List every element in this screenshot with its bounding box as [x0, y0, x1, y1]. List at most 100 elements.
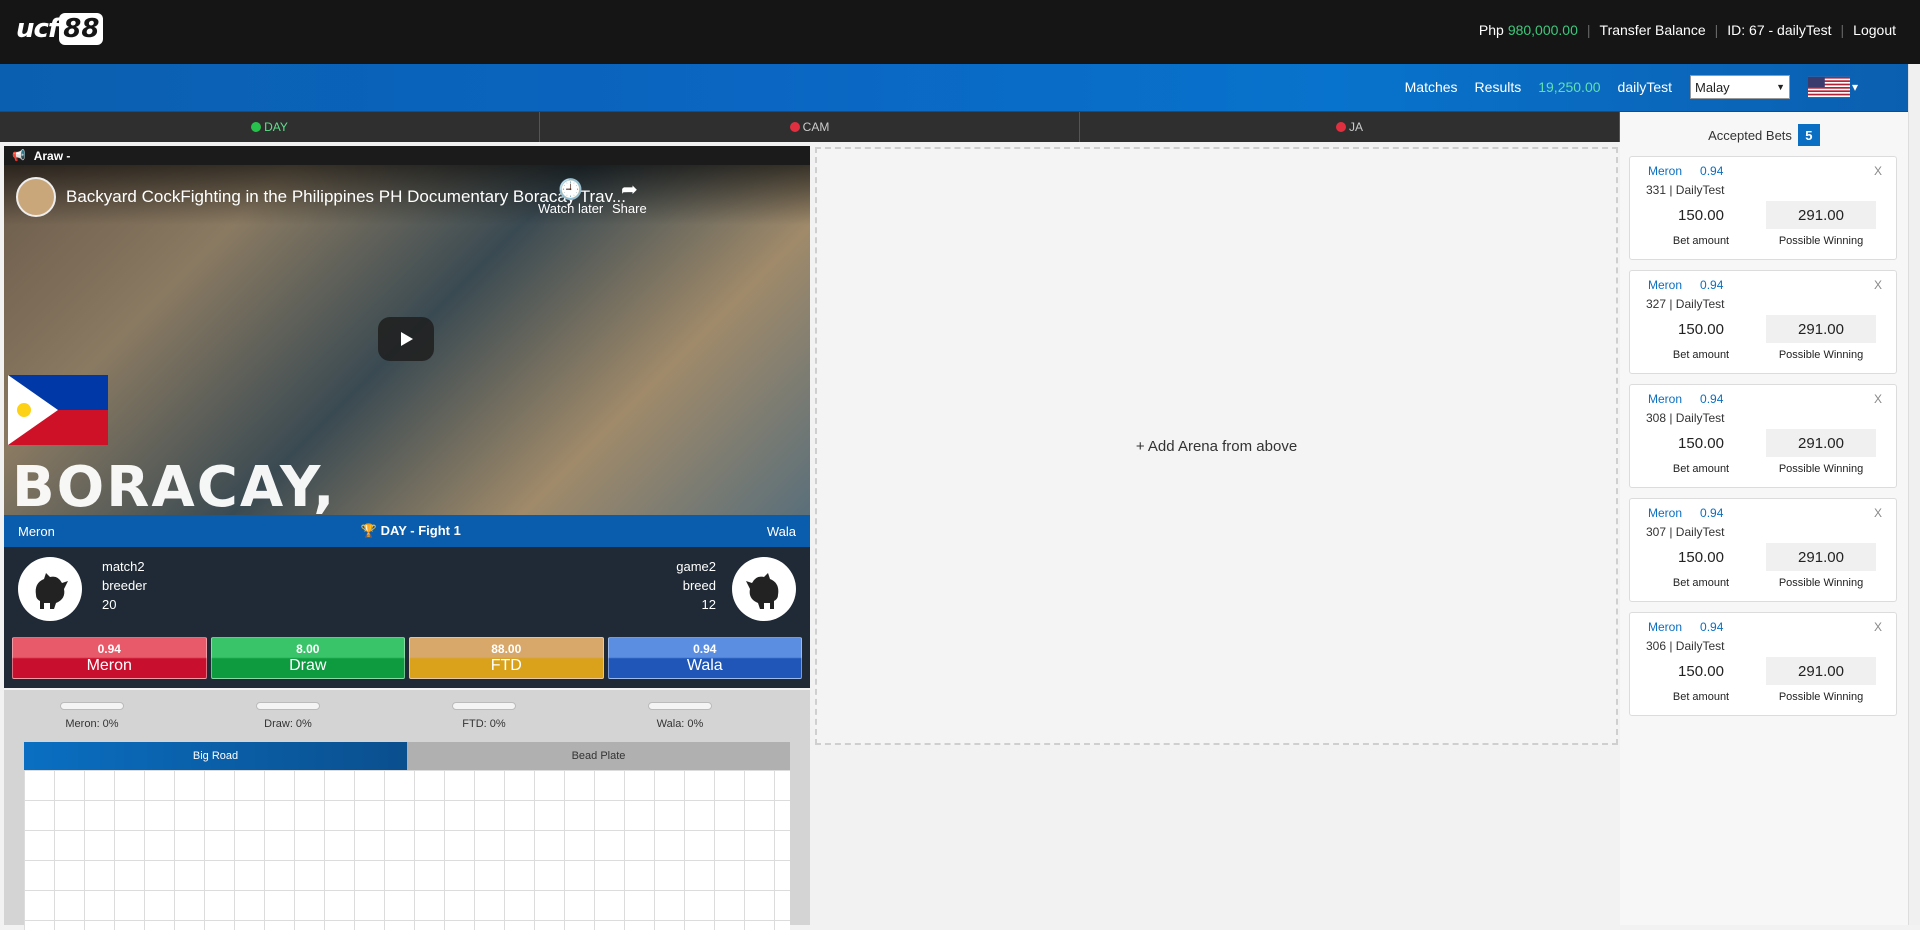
- tab-day[interactable]: DAY: [0, 112, 540, 142]
- language-select[interactable]: Malay ▼: [1690, 75, 1790, 99]
- bet-odd: 0.94: [1700, 392, 1724, 406]
- bet-side-odd: Meron 0.94: [1648, 164, 1723, 178]
- close-icon[interactable]: X: [1874, 506, 1882, 520]
- bet-side: Meron: [1648, 392, 1683, 406]
- add-arena-placeholder[interactable]: + Add Arena from above: [815, 147, 1618, 745]
- status-dot-icon: [789, 122, 800, 132]
- accepted-bet-card: Meron 0.94 X 327 | DailyTest 150.00 291.00 Bet…: [1629, 270, 1897, 374]
- bet-buttons: 0.94 Meron 8.00 Draw 88.00 FTD 0.94 Wala: [4, 637, 810, 679]
- bet-ref: 308 | DailyTest: [1646, 411, 1725, 425]
- right-fighter-name: game2: [676, 559, 716, 574]
- bet-amount-label: Bet amount: [1672, 463, 1730, 475]
- play-icon: [401, 332, 413, 346]
- possible-winning-value: 291.00: [1766, 201, 1876, 229]
- left-fighter-breed: breeder: [102, 578, 147, 593]
- big-road-grid: [24, 770, 790, 930]
- fighters-info: match2 breeder 20 game2 breed 12: [4, 547, 810, 637]
- status-dot-icon: [251, 122, 262, 132]
- trophy-icon: 🏆: [360, 523, 378, 538]
- bet-label: Wala: [686, 656, 723, 674]
- tab-bead-plate[interactable]: Bead Plate: [407, 742, 790, 770]
- chevron-down-icon: ▼: [1776, 82, 1785, 92]
- bet-ftd-button[interactable]: 88.00 FTD: [409, 637, 604, 679]
- flag-chevron-icon: ▾: [1851, 80, 1858, 94]
- logo[interactable]: ucf 88: [16, 11, 104, 47]
- bet-side: Meron: [1648, 506, 1683, 520]
- stat-bar: [648, 702, 712, 710]
- stat-label: Meron: 0%: [65, 718, 119, 730]
- megaphone-icon: 📢: [12, 150, 26, 162]
- status-dot-icon: [1335, 122, 1346, 132]
- stat-wala: Wala: 0%: [620, 702, 740, 730]
- bet-meron-button[interactable]: 0.94 Meron: [12, 637, 207, 679]
- bet-amount-label: Bet amount: [1672, 691, 1730, 703]
- fight-title: 🏆 DAY - Fight 1: [361, 523, 461, 539]
- tab-cam[interactable]: CAM: [540, 112, 1080, 142]
- tab-ja[interactable]: JA: [1080, 112, 1620, 142]
- close-icon[interactable]: X: [1874, 620, 1882, 634]
- stat-label: Wala: 0%: [656, 718, 704, 730]
- stat-label: FTD: 0%: [462, 718, 506, 730]
- results-link[interactable]: Results: [1475, 79, 1522, 95]
- close-icon[interactable]: X: [1874, 164, 1882, 178]
- bet-amount-label: Bet amount: [1672, 235, 1730, 247]
- matches-link[interactable]: Matches: [1405, 79, 1458, 95]
- tab-label: DAY: [264, 120, 288, 134]
- logo-number: 88: [59, 13, 104, 45]
- share-label: Share: [612, 201, 647, 216]
- accepted-bets-panel: Accepted Bets 5 Meron 0.94 X 331 | DailyTes…: [1620, 112, 1908, 925]
- fight-title-text: DAY - Fight 1: [380, 523, 461, 538]
- top-bar: ucf 88 Php 980,000.00 | Transfer Balance …: [0, 0, 1920, 64]
- bet-side-odd: Meron 0.94: [1648, 392, 1723, 406]
- bet-odd: 0.94: [1700, 278, 1724, 292]
- accepted-bets-title: Accepted Bets: [1708, 127, 1792, 143]
- video-player[interactable]: Backyard CockFighting in the Philippines…: [4, 165, 810, 515]
- stat-draw: Draw: 0%: [228, 702, 348, 730]
- bet-odd: 0.94: [1700, 506, 1724, 520]
- logout-link[interactable]: Logout: [1853, 22, 1896, 38]
- account-balance: 980,000.00: [1507, 22, 1578, 38]
- tab-label: CAM: [802, 120, 830, 134]
- bet-side-odd: Meron 0.94: [1648, 278, 1723, 292]
- accepted-bet-card: Meron 0.94 X 307 | DailyTest 150.00 291.00 Bet…: [1629, 498, 1897, 602]
- subnav-username: dailyTest: [1617, 79, 1672, 95]
- logo-text: ucf: [16, 14, 59, 44]
- stat-meron: Meron: 0%: [32, 702, 152, 730]
- possible-winning-value: 291.00: [1766, 657, 1876, 685]
- page-scrollbar[interactable]: [1908, 64, 1920, 925]
- meron-label: Meron: [18, 523, 55, 539]
- left-fighter-weight: 20: [102, 597, 117, 612]
- stat-bar: [452, 702, 516, 710]
- fight-bar: Meron 🏆 DAY - Fight 1 Wala: [4, 515, 810, 547]
- add-arena-label: + Add Arena from above: [1135, 437, 1298, 455]
- rooster-icon: [732, 557, 796, 621]
- flag-dropdown[interactable]: ▾: [1808, 75, 1858, 99]
- play-button[interactable]: [378, 317, 434, 361]
- accepted-bet-card: Meron 0.94 X 308 | DailyTest 150.00 291.00 Bet…: [1629, 384, 1897, 488]
- possible-winning-label: Possible Winning: [1778, 577, 1864, 589]
- bet-side: Meron: [1648, 278, 1683, 292]
- share-button[interactable]: ➦ Share: [612, 179, 647, 216]
- watch-later-button[interactable]: 🕘 Watch later: [538, 179, 603, 216]
- possible-winning-value: 291.00: [1766, 315, 1876, 343]
- arena-tabs: DAY CAM JA: [0, 112, 1620, 142]
- tab-big-road[interactable]: Big Road: [24, 742, 407, 770]
- bet-odd: 88.00: [491, 641, 522, 656]
- bet-amount-label: Bet amount: [1672, 349, 1730, 361]
- bet-label: Draw: [289, 656, 327, 674]
- bet-odd: 0.94: [1700, 164, 1724, 178]
- channel-avatar[interactable]: [16, 177, 56, 217]
- close-icon[interactable]: X: [1874, 392, 1882, 406]
- accepted-bet-card: Meron 0.94 X 306 | DailyTest 150.00 291.00 Bet…: [1629, 612, 1897, 716]
- possible-winning-label: Possible Winning: [1778, 235, 1864, 247]
- bet-wala-button[interactable]: 0.94 Wala: [607, 637, 802, 679]
- bet-ref: 306 | DailyTest: [1646, 639, 1725, 653]
- transfer-balance-link[interactable]: Transfer Balance: [1600, 22, 1706, 38]
- possible-winning-label: Possible Winning: [1778, 691, 1864, 703]
- close-icon[interactable]: X: [1874, 278, 1882, 292]
- right-fighter-info: game2 breed 12: [676, 557, 716, 614]
- accepted-bet-card: Meron 0.94 X 331 | DailyTest 150.00 291.00 Bet…: [1629, 156, 1897, 260]
- bet-draw-button[interactable]: 8.00 Draw: [210, 637, 405, 679]
- possible-winning-label: Possible Winning: [1778, 463, 1864, 475]
- subnav-balance: 19,250.00: [1538, 79, 1601, 95]
